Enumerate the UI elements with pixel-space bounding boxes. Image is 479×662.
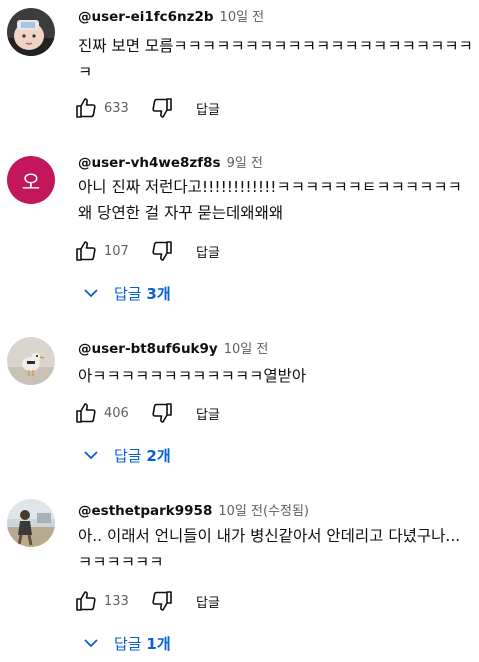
chevron-down-icon [80,282,102,304]
avatar[interactable] [7,8,55,56]
replies-count: 2개 [146,446,171,465]
dislike-button[interactable] [146,93,178,123]
replies-label: 답글 [114,284,142,303]
like-button[interactable] [70,236,102,266]
comment-time[interactable]: 10일 전 [220,6,265,25]
comment-author[interactable]: @user-vh4we8zf8s [78,155,221,171]
thumbs-down-icon [152,591,172,611]
comment-text: 진짜 보면 모름ㅋㅋㅋㅋㅋㅋㅋㅋㅋㅋㅋㅋㅋㅋㅋㅋㅋㅋㅋㅋㅋㅋ [78,37,473,81]
reply-button[interactable]: 답글 [196,592,220,611]
comment-text: 아ㅋㅋㅋㅋㅋㅋㅋㅋㅋㅋㅋㅋ열받아 [78,367,307,385]
comment-thread: @user-ei1fc6nz2b 10일 전 진짜 보면 모름ㅋㅋㅋㅋㅋㅋㅋㅋㅋ… [0,0,479,130]
replies-count: 3개 [146,284,171,303]
comment-thread: 오 @user-vh4we8zf8s 9일 전 아니 진짜 저런다고!!!!!!… [0,148,479,318]
thumbs-up-icon [76,403,96,423]
like-button[interactable] [70,398,102,428]
comment-author[interactable]: @esthetpark9958 [78,503,212,519]
comment-actions: 633 답글 [70,93,220,123]
comment-author[interactable]: @user-ei1fc6nz2b [78,9,214,25]
comment-time[interactable]: 10일 전 [224,338,269,357]
reply-button[interactable]: 답글 [196,99,220,118]
replies-label: 답글 [114,446,142,465]
like-count: 633 [104,100,129,116]
dislike-button[interactable] [146,398,178,428]
reply-button[interactable]: 답글 [196,242,220,261]
thumbs-down-icon [152,241,172,261]
thumbs-down-icon [152,403,172,423]
bird-photo-avatar-icon [7,337,55,385]
thumbs-down-icon [152,98,172,118]
avatar[interactable] [7,499,55,547]
dislike-button[interactable] [146,236,178,266]
chevron-down-icon [80,632,102,654]
comment-time[interactable]: 10일 전(수정됨) [218,500,309,519]
comment-text: 아.. 이래서 언니들이 내가 병신같아서 안데리고 다녔구나... ㅋㅋㅋㅋㅋ… [78,527,461,571]
like-button[interactable] [70,586,102,616]
comment-text: 아니 진짜 저런다고!!!!!!!!!!!!ㅋㅋㅋㅋㅋㅋㅌㅋㅋㅋㅋㅋㅋ 왜 당연… [78,178,462,222]
comment-actions: 406 답글 [70,398,220,428]
thumbs-up-icon [76,98,96,118]
dislike-button[interactable] [146,586,178,616]
comment-thread: @user-bt8uf6uk9y 10일 전 아ㅋㅋㅋㅋㅋㅋㅋㅋㅋㅋㅋㅋ열받아 … [0,336,479,476]
like-count: 406 [104,405,129,421]
show-replies-button[interactable]: 답글 2개 [80,440,171,470]
avatar[interactable]: 오 [7,156,55,204]
comment-actions: 107 답글 [70,236,220,266]
beach-photo-avatar-icon [7,499,55,547]
like-count: 107 [104,243,129,259]
show-replies-button[interactable]: 답글 1개 [80,628,171,658]
show-replies-button[interactable]: 답글 3개 [80,278,171,308]
avatar[interactable] [7,337,55,385]
comments-section: @user-ei1fc6nz2b 10일 전 진짜 보면 모름ㅋㅋㅋㅋㅋㅋㅋㅋㅋ… [0,0,479,662]
like-count: 133 [104,593,129,609]
comment-actions: 133 답글 [70,586,220,616]
like-button[interactable] [70,93,102,123]
comment-time[interactable]: 9일 전 [227,152,263,171]
comment-author[interactable]: @user-bt8uf6uk9y [78,341,218,357]
replies-count: 1개 [146,634,171,653]
avatar-letter: 오 [21,169,41,194]
chevron-down-icon [80,444,102,466]
comment-thread: @esthetpark9958 10일 전(수정됨) 아.. 이래서 언니들이 … [0,497,479,662]
thumbs-up-icon [76,241,96,261]
thumbs-up-icon [76,591,96,611]
reply-button[interactable]: 답글 [196,404,220,423]
replies-label: 답글 [114,634,142,653]
baby-photo-avatar-icon [7,8,55,56]
